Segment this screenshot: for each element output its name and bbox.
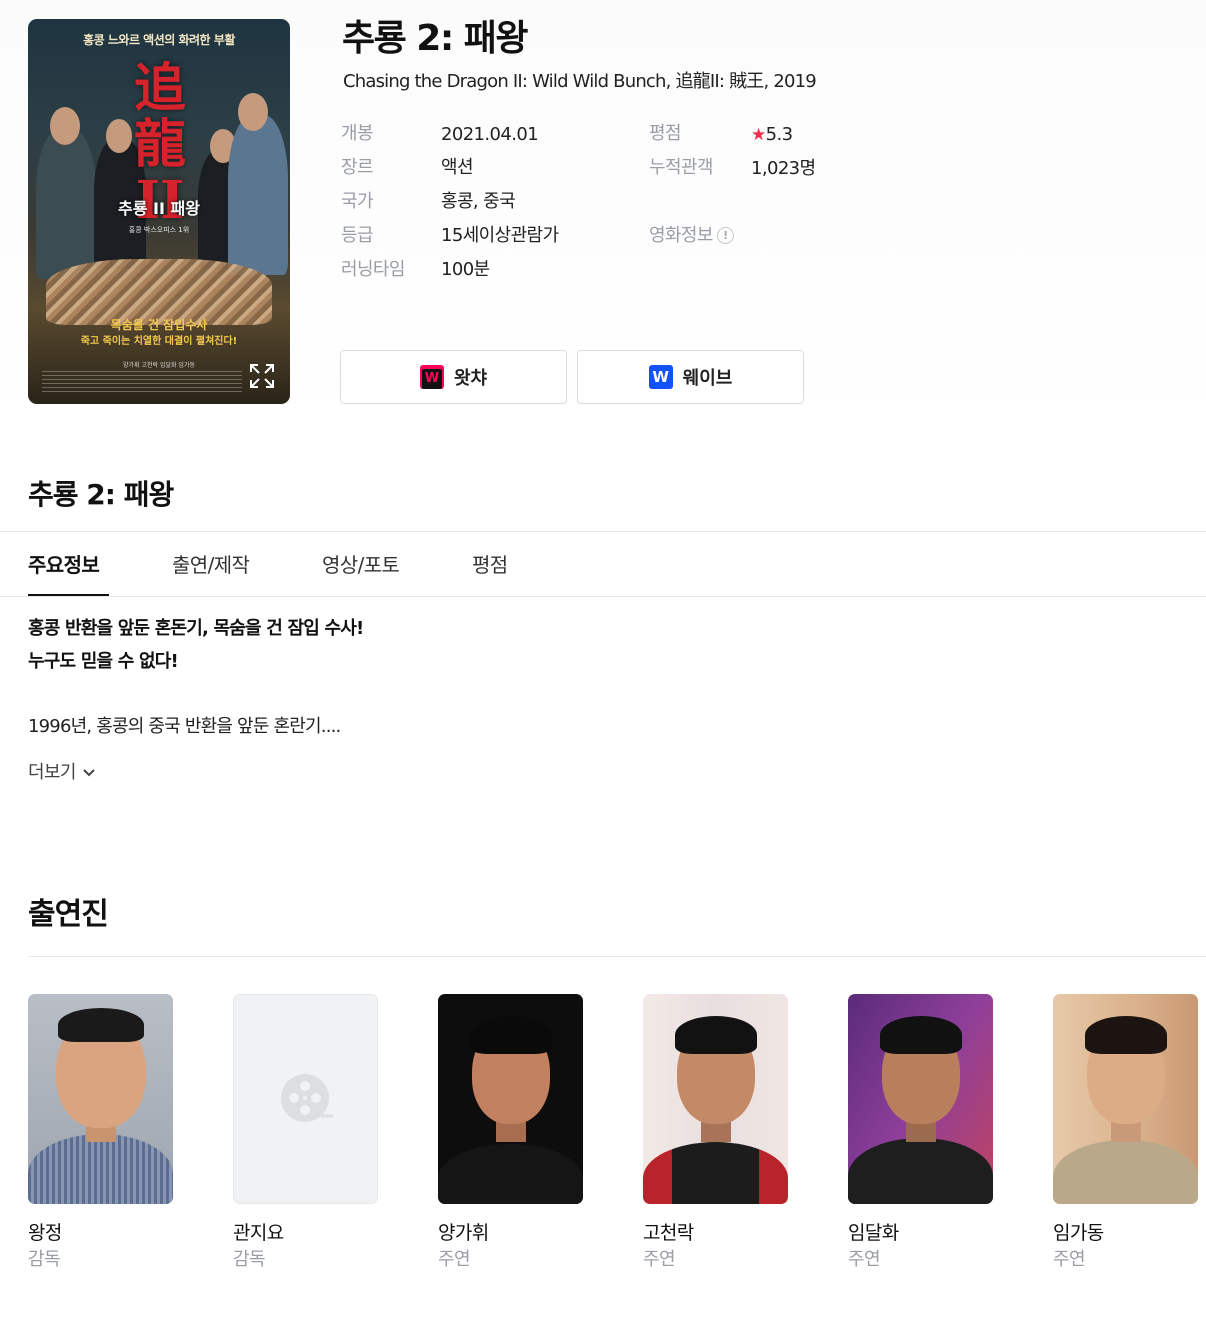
wavve-logo-icon: W (648, 365, 673, 389)
cast-role: 감독 (233, 1249, 266, 1270)
info-value-release: 2021.04.01 (441, 124, 539, 145)
cast-name: 임가동 (1053, 1222, 1104, 1244)
info-label-country: 국가 (341, 191, 374, 212)
poster-bottom-line1: 목숨을 건 잠입수사 (110, 318, 208, 332)
info-label-audience: 누적관객 (649, 157, 713, 178)
info-value-genre: 액션 (441, 157, 474, 178)
expand-icon[interactable] (248, 362, 276, 390)
avatar (643, 994, 788, 1204)
cast-divider (28, 956, 1206, 957)
cast-role: 주연 (848, 1249, 881, 1270)
chevron-down-icon (83, 769, 95, 777)
cast-card[interactable]: 관지요 감독 (233, 994, 378, 1272)
cast-role: 주연 (643, 1249, 676, 1270)
watcha-logo-icon: W (419, 365, 444, 389)
tab-divider (0, 596, 1206, 597)
cast-card[interactable]: 고천락 주연 (643, 994, 788, 1272)
watcha-button[interactable]: W 왓챠 (340, 350, 567, 404)
cast-name: 관지요 (233, 1222, 284, 1244)
wavve-label: 웨이브 (682, 368, 733, 389)
tab-ratings[interactable]: 평점 (472, 550, 508, 580)
info-label-score: 평점 (649, 123, 682, 144)
cast-role: 주연 (438, 1249, 471, 1270)
movie-info-link[interactable]: 영화정보! (649, 224, 734, 248)
movie-subtitle: Chasing the Dragon II: Wild Wild Bunch, … (343, 71, 817, 92)
poster-face (50, 107, 80, 145)
synopsis-body: 1996년, 홍콩의 중국 반환을 앞둔 혼란기.... (28, 716, 341, 737)
poster-subline: 홍콩 박스오피스 1위 (128, 226, 190, 234)
info-value-runtime: 100분 (441, 259, 490, 280)
cast-role: 감독 (28, 1249, 61, 1270)
info-value-audience: 1,023명 (751, 158, 816, 179)
synopsis-headline: 홍콩 반환을 앞둔 혼돈기, 목숨을 건 잠입 수사! (28, 618, 364, 639)
cast-card[interactable]: 임가동 주연 (1053, 994, 1198, 1272)
more-label: 더보기 (28, 762, 76, 783)
info-value-rating-grade: 15세이상관람가 (441, 225, 559, 246)
wavve-button[interactable]: W 웨이브 (577, 350, 804, 404)
cast-card[interactable]: 양가휘 주연 (438, 994, 583, 1272)
cast-section-title: 출연진 (28, 897, 109, 932)
cast-name: 양가휘 (438, 1222, 489, 1244)
info-label-genre: 장르 (341, 157, 374, 178)
watcha-label: 왓챠 (453, 368, 488, 389)
more-button[interactable]: 더보기 (28, 760, 96, 786)
wavve-logo-letter: W (652, 368, 669, 386)
divider (0, 531, 1206, 532)
poster-bottom-line2: 죽고 죽이는 치열한 대결이 펼쳐진다! (80, 336, 238, 347)
film-reel-icon (281, 1074, 333, 1122)
placeholder-photo (233, 994, 378, 1204)
avatar (438, 994, 583, 1204)
avatar (848, 994, 993, 1204)
synopsis-headline-2: 누구도 믿을 수 없다! (28, 651, 179, 672)
info-label-runtime: 러닝타임 (341, 259, 405, 280)
poster-tagline: 홍콩 느와르 액션의 화려한 부활 (83, 33, 235, 47)
cast-name: 고천락 (643, 1222, 694, 1244)
cast-name: 왕정 (28, 1222, 62, 1244)
tab-cast-crew[interactable]: 출연/제작 (172, 550, 250, 580)
cast-card[interactable]: 임달화 주연 (848, 994, 993, 1272)
star-icon: ★ (751, 125, 766, 145)
movie-poster[interactable]: 홍콩 느와르 액션의 화려한 부활 追 龍 II 추룡 II 패왕 홍콩 박스오… (28, 19, 290, 404)
avatar (28, 994, 173, 1204)
cast-card[interactable]: 왕정 감독 (28, 994, 173, 1272)
tab-video-photo[interactable]: 영상/포토 (322, 550, 400, 580)
watcha-logo-letter: W (421, 369, 442, 389)
info-label-rating-grade: 등급 (341, 225, 374, 246)
movie-info-label: 영화정보 (649, 225, 713, 246)
movie-title: 추룡 2: 패왕 (342, 18, 529, 59)
cast-role: 주연 (1053, 1249, 1086, 1270)
info-icon[interactable]: ! (716, 227, 734, 244)
poster-face (238, 93, 268, 131)
info-label-release: 개봉 (341, 123, 374, 144)
cast-name: 임달화 (848, 1222, 899, 1244)
avatar (1053, 994, 1198, 1204)
info-value-country: 홍콩, 중국 (441, 191, 516, 212)
tab-main-info[interactable]: 주요정보 (28, 550, 100, 580)
section-title: 추룡 2: 패왕 (28, 478, 174, 511)
poster-title: 추룡 II 패왕 (118, 199, 200, 218)
score-number: 5.3 (765, 124, 793, 145)
poster-fine-print (42, 371, 242, 393)
score-value: ★5.3 (751, 123, 793, 147)
